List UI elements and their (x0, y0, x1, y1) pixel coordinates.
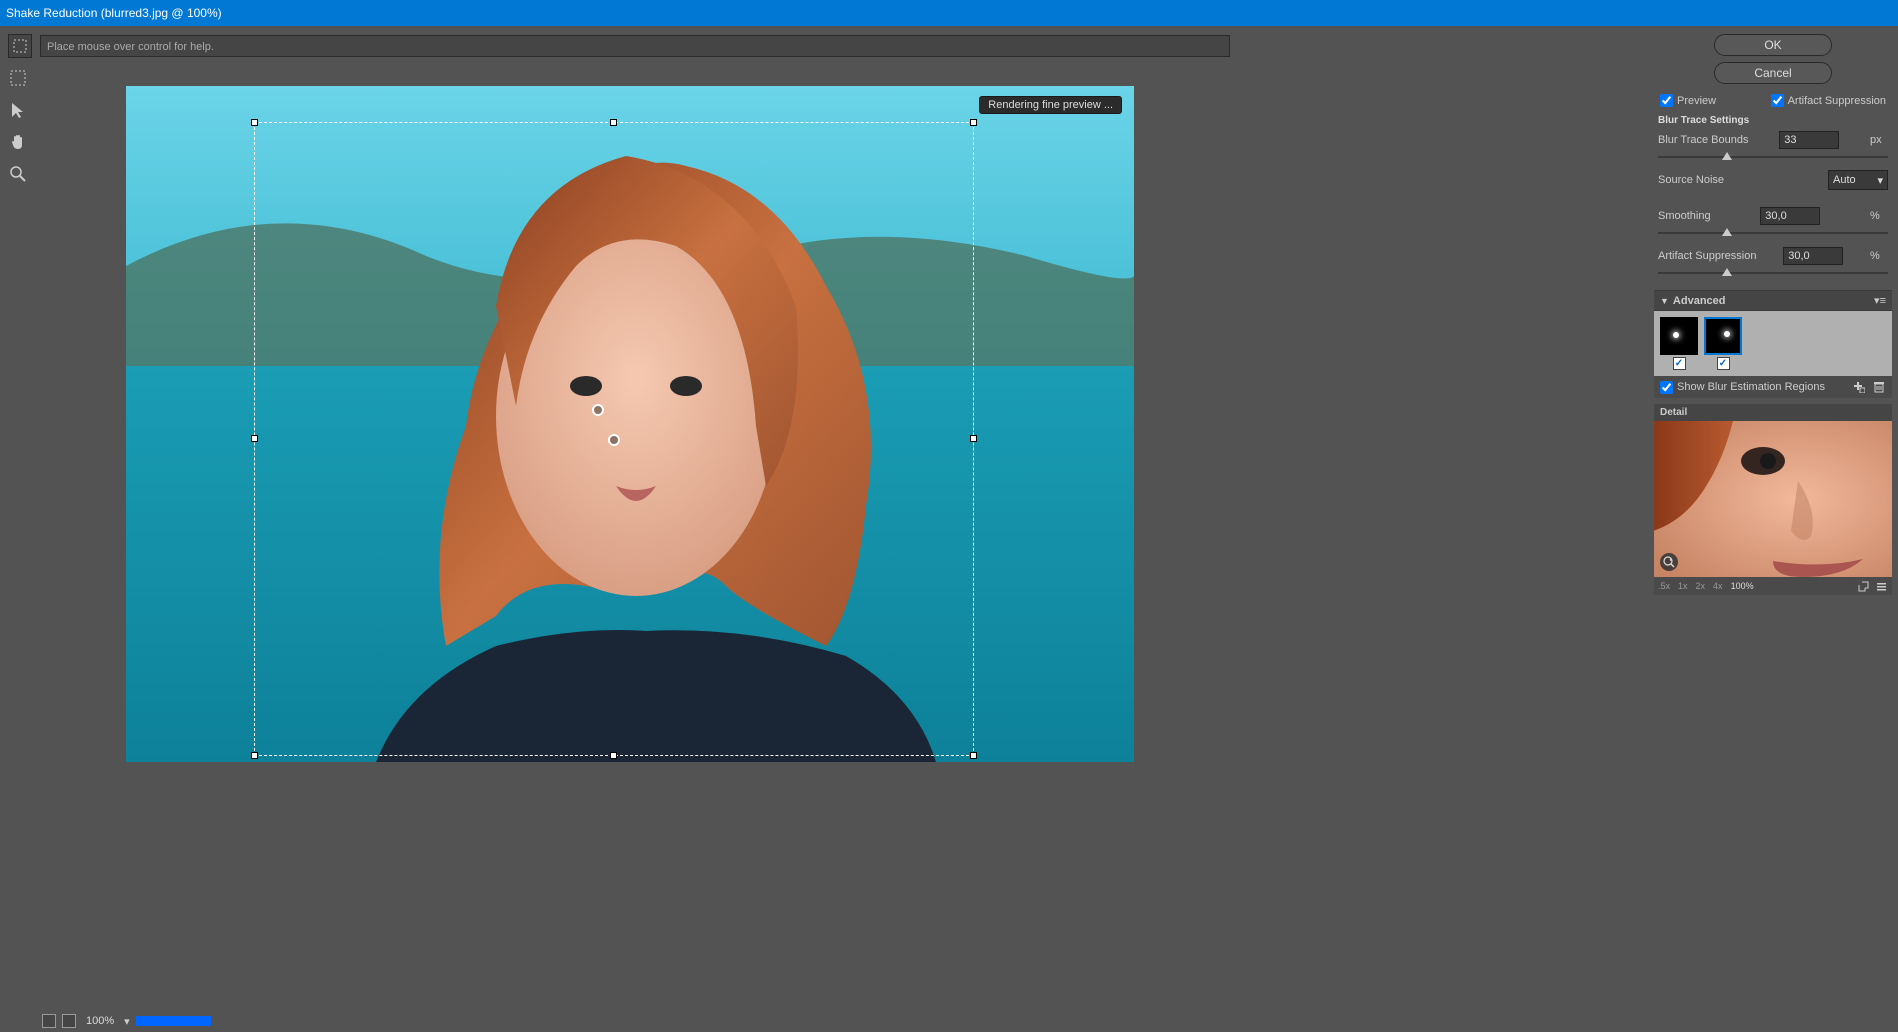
selection-handle-sw[interactable] (251, 752, 258, 759)
blur-trace-bounds-input[interactable] (1779, 131, 1839, 149)
zoom-dropdown-icon[interactable]: ▾ (124, 1015, 130, 1028)
blur-trace-thumbnail-2[interactable] (1704, 317, 1742, 355)
help-text: Place mouse over control for help. (40, 35, 1230, 57)
zoom-percentage: 100% (82, 1015, 118, 1027)
source-noise-select[interactable]: Auto▾ (1828, 170, 1888, 190)
blur-trace-thumbnail-2-checkbox[interactable]: ✓ (1717, 357, 1730, 370)
add-icon (1853, 381, 1865, 393)
menu-icon (1876, 581, 1887, 592)
selection-handle-e[interactable] (970, 435, 977, 442)
window-title: Shake Reduction (blurred3.jpg @ 100%) (0, 0, 1898, 26)
hand-icon (9, 133, 27, 151)
marquee-icon (12, 38, 28, 54)
detail-preview[interactable] (1654, 421, 1892, 577)
smoothing-slider[interactable] (1658, 228, 1888, 238)
undock-detail-button[interactable] (1856, 579, 1870, 593)
detail-menu-button[interactable] (1874, 579, 1888, 593)
smoothing-unit: % (1870, 210, 1888, 222)
selection-handle-s[interactable] (610, 752, 617, 759)
artifact-suppression-checkbox-label[interactable]: Artifact Suppression (1771, 94, 1886, 107)
zoom-level-0-5x[interactable]: .5x (1658, 581, 1670, 591)
preview-checkbox[interactable] (1660, 94, 1673, 107)
left-toolbar (0, 62, 36, 1032)
artifact-suppression-unit: % (1870, 250, 1888, 262)
artifact-suppression-label: Artifact Suppression (1658, 250, 1756, 262)
artifact-suppression-input[interactable] (1783, 247, 1843, 265)
blur-trace-thumbnails: ✓ ✓ (1654, 311, 1892, 376)
advanced-section-header[interactable]: ▼Advanced ▾≡ (1654, 290, 1892, 311)
ok-button[interactable]: OK (1714, 34, 1832, 56)
blur-trace-settings-heading: Blur Trace Settings (1654, 111, 1892, 128)
add-blur-trace-button[interactable] (1852, 380, 1866, 394)
direct-selection-tool[interactable] (6, 98, 30, 122)
zoom-level-4x[interactable]: 4x (1713, 581, 1723, 591)
hand-tool[interactable] (6, 130, 30, 154)
zoom-level-100[interactable]: 100% (1731, 581, 1754, 591)
blur-center-point-1[interactable] (592, 404, 604, 416)
smoothing-input[interactable] (1760, 207, 1820, 225)
blur-center-point-2[interactable] (608, 434, 620, 446)
delete-blur-trace-button[interactable] (1872, 380, 1886, 394)
panel-menu-icon[interactable]: ▾≡ (1874, 294, 1886, 307)
zoom-level-2x[interactable]: 2x (1696, 581, 1706, 591)
detail-loupe-button[interactable] (1660, 553, 1678, 571)
show-blur-regions-label[interactable]: Show Blur Estimation Regions (1660, 381, 1825, 394)
preview-checkbox-label[interactable]: Preview (1660, 94, 1716, 107)
triangle-down-icon: ▼ (1660, 296, 1669, 306)
selection-handle-ne[interactable] (970, 119, 977, 126)
zoom-level-1x[interactable]: 1x (1678, 581, 1688, 591)
blur-trace-thumbnail-1-checkbox[interactable]: ✓ (1673, 357, 1686, 370)
chevron-down-icon: ▾ (1877, 174, 1883, 187)
blur-trace-thumbnail-1[interactable] (1660, 317, 1698, 355)
selection-handle-se[interactable] (970, 752, 977, 759)
undock-icon (1858, 581, 1869, 592)
active-tool-indicator[interactable] (8, 34, 32, 58)
arrow-icon (9, 101, 27, 119)
blur-estimation-tool[interactable] (6, 66, 30, 90)
right-panel: OK Cancel Preview Artifact Suppression B… (1648, 26, 1898, 1032)
view-mode-1-button[interactable] (42, 1014, 56, 1028)
trash-icon (1873, 381, 1885, 393)
blur-trace-bounds-slider[interactable] (1658, 152, 1888, 162)
bottom-bar: 100% ▾ (36, 1010, 217, 1032)
options-bar: Place mouse over control for help. (0, 30, 1898, 62)
selection-handle-w[interactable] (251, 435, 258, 442)
artifact-suppression-slider[interactable] (1658, 268, 1888, 278)
show-blur-regions-checkbox[interactable] (1660, 381, 1673, 394)
artifact-suppression-checkbox[interactable] (1771, 94, 1784, 107)
blur-trace-bounds-label: Blur Trace Bounds (1658, 134, 1749, 146)
blur-trace-bounds-unit: px (1870, 134, 1888, 146)
marquee-icon (9, 69, 27, 87)
source-noise-label: Source Noise (1658, 174, 1724, 186)
detail-image-placeholder (1654, 421, 1892, 577)
magnifier-icon (9, 165, 27, 183)
loupe-icon (1663, 556, 1675, 568)
smoothing-label: Smoothing (1658, 210, 1711, 222)
selection-handle-nw[interactable] (251, 119, 258, 126)
view-mode-2-button[interactable] (62, 1014, 76, 1028)
selection-handle-n[interactable] (610, 119, 617, 126)
image-canvas[interactable]: Rendering fine preview ... (126, 86, 1134, 762)
detail-heading: Detail (1654, 404, 1892, 421)
progress-bar (136, 1016, 211, 1026)
cancel-button[interactable]: Cancel (1714, 62, 1832, 84)
canvas-area: Rendering fine preview ... (36, 62, 1236, 1032)
zoom-tool[interactable] (6, 162, 30, 186)
rendering-status-badge: Rendering fine preview ... (979, 96, 1122, 114)
detail-zoom-row: .5x 1x 2x 4x 100% (1654, 577, 1892, 595)
